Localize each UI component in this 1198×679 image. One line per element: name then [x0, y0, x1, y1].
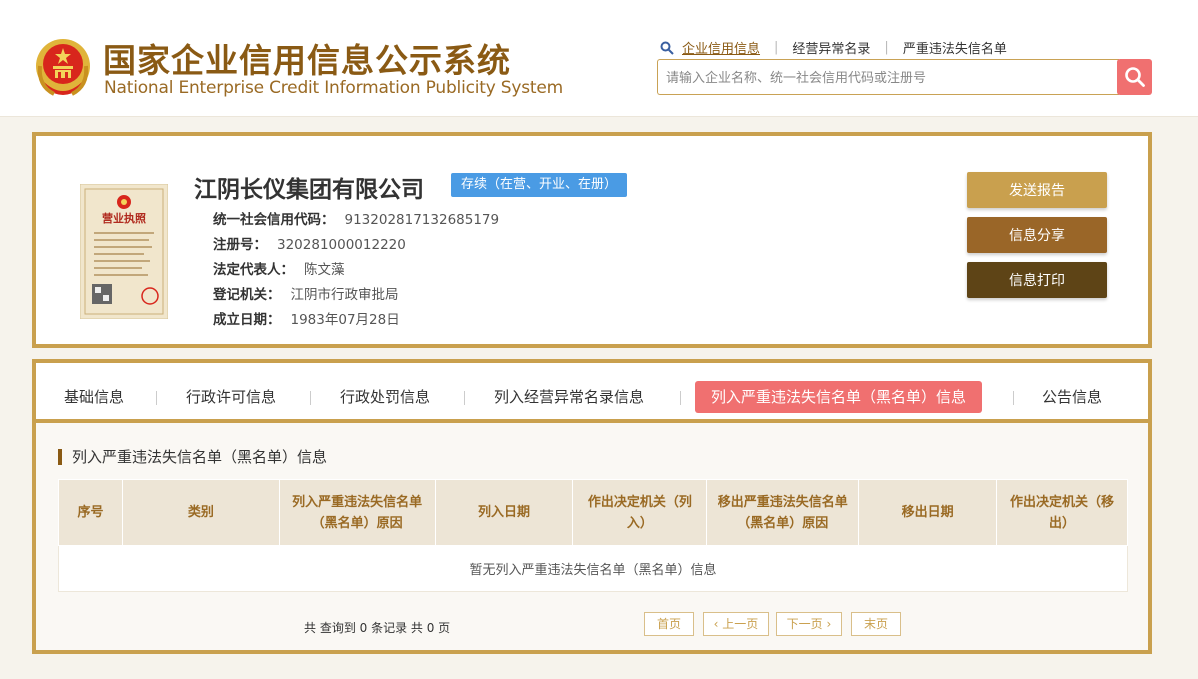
chevron-right-icon: ›: [822, 617, 832, 631]
info-value: 1983年07月28日: [290, 312, 400, 328]
tab-admin-license[interactable]: 行政许可信息: [186, 381, 276, 413]
info-label: 统一社会信用代码：: [213, 212, 335, 228]
info-label: 登记机关：: [213, 287, 281, 303]
column-header: 序号: [58, 479, 123, 546]
print-info-button[interactable]: 信息打印: [967, 262, 1107, 298]
info-value: 江阴市行政审批局: [290, 287, 399, 303]
info-label: 注册号：: [213, 237, 267, 253]
column-header: 类别: [121, 479, 280, 546]
tab-separator: [1013, 391, 1014, 405]
tab-separator: [680, 391, 681, 405]
site-subtitle: National Enterprise Credit Information P…: [104, 78, 563, 98]
blacklist-table: 序号 类别 列入严重违法失信名单（黑名单）原因 列入日期 作出决定机关（列入） …: [58, 479, 1128, 592]
site-title: 国家企业信用信息公示系统: [103, 41, 511, 80]
licence-label: 营业执照: [102, 211, 146, 225]
tab-separator: [310, 391, 311, 405]
national-emblem-icon: [36, 39, 90, 96]
info-row-reg-number: 注册号： 320281000012220: [213, 233, 406, 253]
search-input[interactable]: [657, 59, 1119, 95]
company-panel: 营业执照 江阴长仪集团有限公司 存续（在营、开业、在册） 统一社会信用代码： 91…: [32, 132, 1152, 348]
tab-basic-info[interactable]: 基础信息: [64, 381, 124, 413]
tab-admin-penalty[interactable]: 行政处罚信息: [340, 381, 430, 413]
site-header: 国家企业信用信息公示系统 National Enterprise Credit …: [0, 0, 1198, 117]
link-separator: |: [884, 40, 889, 55]
tab-bar: 基础信息 行政许可信息 行政处罚信息 列入经营异常名录信息 列入严重违法失信名单…: [36, 363, 1148, 423]
info-row-legal-rep: 法定代表人： 陈文藻: [213, 258, 345, 278]
info-row-authority: 登记机关： 江阴市行政审批局: [213, 283, 399, 303]
top-links: 企业信用信息 | 经营异常名录 | 严重违法失信名单: [660, 38, 1007, 57]
column-header: 列入严重违法失信名单（黑名单）原因: [278, 479, 436, 546]
link-enterprise-credit[interactable]: 企业信用信息: [682, 38, 760, 57]
pager-next-label: 下一页: [786, 617, 823, 631]
empty-message: 暂无列入严重违法失信名单（黑名单）信息: [58, 545, 1128, 592]
pager-prev-label: 上一页: [722, 617, 759, 631]
info-row-credit-code: 统一社会信用代码： 913202817132685179: [213, 208, 499, 228]
section-title: 列入严重违法失信名单（黑名单）信息: [58, 449, 327, 465]
search-icon: [1124, 67, 1145, 87]
link-blacklist[interactable]: 严重违法失信名单: [903, 38, 1007, 57]
column-header: 作出决定机关（列入）: [572, 479, 708, 546]
column-header: 移出日期: [858, 479, 998, 546]
info-value: 913202817132685179: [344, 212, 500, 228]
info-label: 法定代表人：: [213, 262, 294, 278]
table-row: 暂无列入严重违法失信名单（黑名单）信息: [58, 545, 1128, 592]
tab-separator: [464, 391, 465, 405]
pager-prev-button[interactable]: ‹ 上一页: [703, 612, 769, 636]
status-badge: 存续（在营、开业、在册）: [451, 173, 628, 197]
tab-abnormal-list[interactable]: 列入经营异常名录信息: [494, 381, 644, 413]
info-label: 成立日期：: [213, 312, 281, 328]
tab-announcements[interactable]: 公告信息: [1042, 381, 1102, 413]
detail-panel: 基础信息 行政许可信息 行政处罚信息 列入经营异常名录信息 列入严重违法失信名单…: [32, 359, 1152, 654]
table-header-row: 序号 类别 列入严重违法失信名单（黑名单）原因 列入日期 作出决定机关（列入） …: [58, 479, 1128, 546]
pager-last-button[interactable]: 末页: [851, 612, 901, 636]
chevron-left-icon: ‹: [713, 617, 723, 631]
search-icon: [660, 41, 674, 55]
search-button[interactable]: [1117, 59, 1152, 95]
company-name: 江阴长仪集团有限公司: [194, 177, 424, 203]
tab-separator: [156, 391, 157, 405]
info-row-founded: 成立日期： 1983年07月28日: [213, 308, 400, 328]
send-report-button[interactable]: 发送报告: [967, 172, 1107, 208]
business-licence-image: 营业执照: [80, 184, 168, 319]
tab-blacklist[interactable]: 列入严重违法失信名单（黑名单）信息: [695, 381, 983, 413]
link-separator: |: [774, 40, 779, 55]
share-info-button[interactable]: 信息分享: [967, 217, 1107, 253]
pager-next-button[interactable]: 下一页 ›: [776, 612, 842, 636]
info-value: 320281000012220: [277, 237, 406, 253]
link-abnormal-list[interactable]: 经营异常名录: [792, 38, 870, 57]
info-value: 陈文藻: [304, 262, 345, 278]
pager-summary: 共 查询到 0 条记录 共 0 页: [304, 621, 451, 635]
column-header: 列入日期: [434, 479, 574, 546]
pager-first-button[interactable]: 首页: [644, 612, 694, 636]
column-header: 作出决定机关（移出）: [996, 479, 1128, 546]
column-header: 移出严重违法失信名单（黑名单）原因: [706, 479, 860, 546]
